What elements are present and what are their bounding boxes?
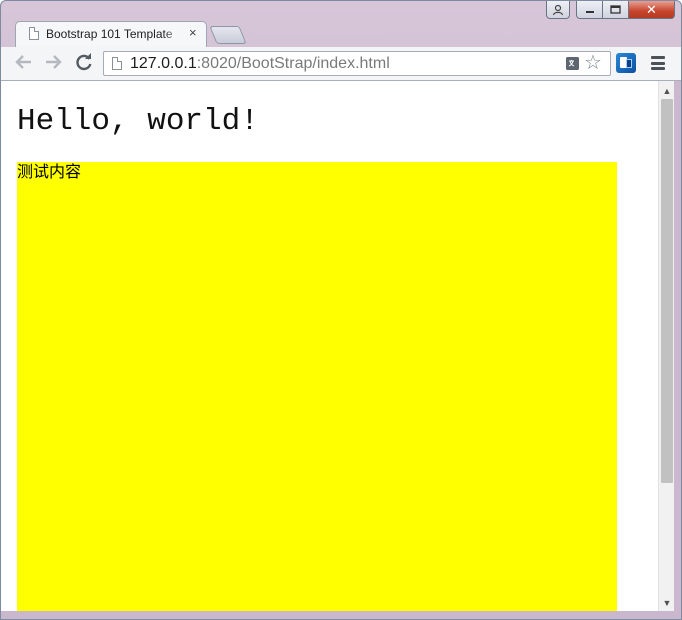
tab-active[interactable]: Bootstrap 101 Template × — [15, 21, 207, 47]
minimize-button[interactable] — [576, 1, 603, 19]
tab-title: Bootstrap 101 Template — [46, 27, 173, 41]
translate-glyph-icon — [566, 57, 579, 70]
tab-close-icon[interactable]: × — [189, 25, 197, 41]
menu-bar — [651, 56, 665, 59]
back-arrow-icon — [15, 55, 31, 69]
new-tab-button[interactable] — [209, 26, 247, 44]
window-controls: ✕ — [546, 1, 675, 21]
tab-strip: Bootstrap 101 Template × ✕ — [1, 1, 681, 47]
reload-button[interactable] — [73, 52, 95, 74]
minimize-icon — [585, 10, 594, 13]
forward-arrow-icon — [46, 55, 62, 69]
translate-icon[interactable] — [566, 57, 579, 70]
close-window-button[interactable]: ✕ — [629, 1, 675, 19]
extension-icon[interactable] — [616, 53, 636, 73]
vertical-scrollbar[interactable]: ▲ ▼ — [658, 81, 675, 613]
url-text[interactable]: 127.0.0.1:8020/BootStrap/index.html — [130, 54, 390, 74]
user-icon — [552, 4, 564, 15]
url-path: :8020/BootStrap/index.html — [196, 55, 390, 72]
yellow-content-box: 测试内容 — [17, 162, 617, 619]
maximize-button[interactable] — [603, 1, 629, 19]
reload-icon — [76, 53, 92, 71]
menu-bar — [651, 61, 665, 65]
menu-bar — [651, 67, 665, 70]
page-viewport: Hello, world! 测试内容 — [1, 81, 658, 619]
browser-toolbar: 127.0.0.1:8020/BootStrap/index.html ☆ — [1, 47, 681, 81]
window-frame-right — [674, 81, 681, 619]
scroll-up-icon[interactable]: ▲ — [659, 83, 675, 99]
forward-button[interactable] — [42, 52, 64, 74]
url-host: 127.0.0.1 — [130, 55, 197, 72]
address-bar[interactable]: 127.0.0.1:8020/BootStrap/index.html ☆ — [103, 51, 611, 76]
scrollbar-thumb[interactable] — [661, 99, 673, 483]
close-icon: ✕ — [646, 1, 657, 17]
page-icon — [29, 27, 39, 40]
back-button[interactable] — [13, 52, 35, 74]
browser-window: Bootstrap 101 Template × ✕ 127.0.0.1:802… — [0, 0, 682, 620]
page-icon — [112, 57, 122, 70]
box-text: 测试内容 — [17, 162, 82, 181]
maximize-icon — [610, 4, 621, 14]
menu-icon[interactable] — [649, 54, 667, 72]
user-profile-button[interactable] — [546, 1, 570, 19]
window-frame-bottom — [1, 611, 681, 619]
page-heading: Hello, world! — [17, 104, 259, 139]
scroll-down-icon[interactable]: ▼ — [659, 595, 675, 611]
bookmark-star-icon[interactable]: ☆ — [584, 52, 602, 74]
